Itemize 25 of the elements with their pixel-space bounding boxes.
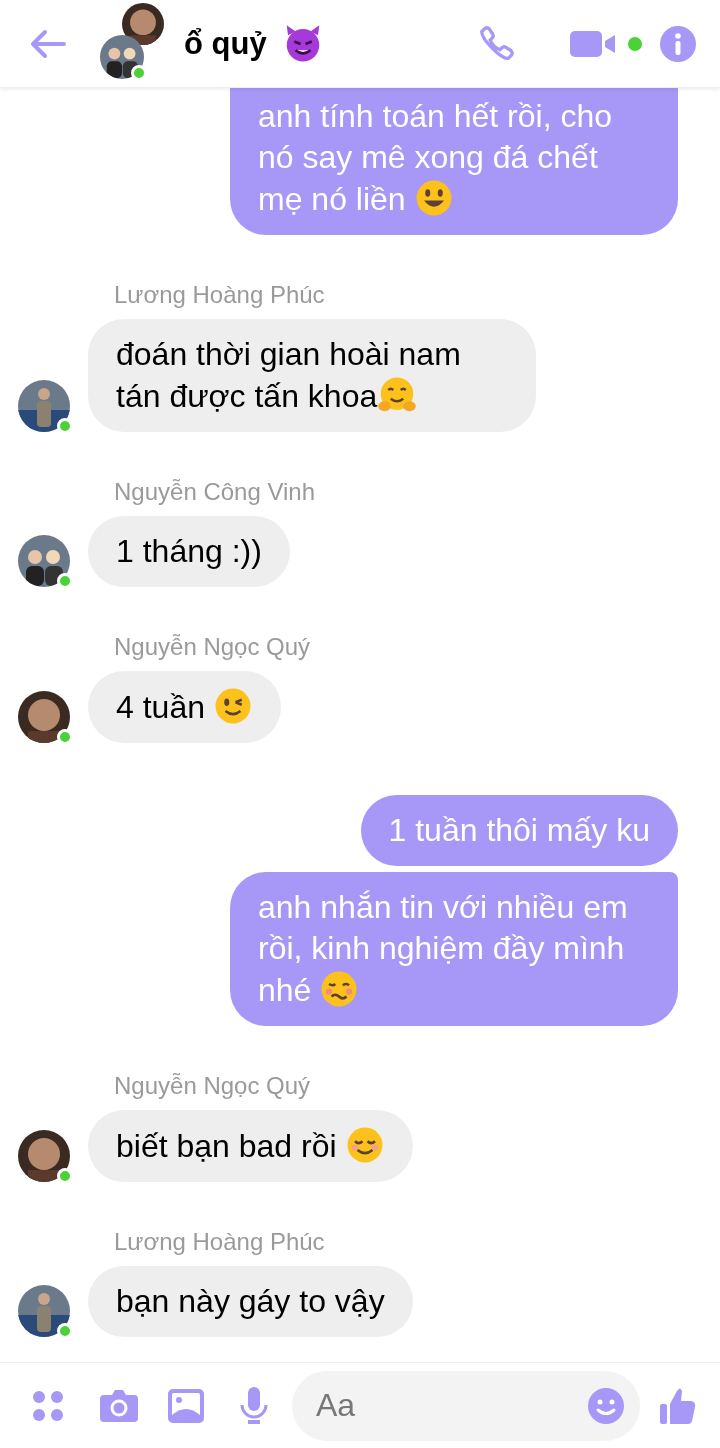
sender-name: Nguyễn Ngọc Quý [114, 1072, 312, 1100]
message-bubble: 1 tuần thôi mấy ku [360, 795, 678, 866]
sender-name: Nguyễn Ngọc Quý [114, 633, 312, 661]
sender-name: Lương Hoàng Phúc [114, 281, 326, 309]
back-button[interactable] [30, 28, 66, 59]
message-bubble: anh tính toán hết rồi, cho nó say mê xong đá chết mẹ nó liền [230, 88, 678, 235]
image-button[interactable] [168, 1388, 204, 1423]
microphone-button[interactable] [240, 1386, 268, 1425]
chat-title: ổ quỷ [184, 25, 267, 62]
message-bubble: anh nhắn tin với nhiều em rồi, kinh nghiệm đầy mình nhé [230, 872, 678, 1026]
like-button[interactable] [660, 1386, 696, 1425]
message-bubble: bạn này gáy to vậy [88, 1266, 413, 1337]
camera-button[interactable] [100, 1388, 138, 1423]
sender-name: Lương Hoàng Phúc [114, 1228, 326, 1256]
video-call-button[interactable] [570, 28, 642, 59]
info-button[interactable] [660, 25, 696, 62]
menu-button[interactable] [32, 1389, 64, 1422]
message-input[interactable]: Aa [292, 1370, 640, 1441]
message-bubble: đoán thời gian hoài nam tán được tấn khoa [88, 319, 536, 432]
message-bubble: biết bạn bad rồi [88, 1110, 413, 1182]
message-bubble: 4 tuần [88, 671, 281, 743]
message-bubble: 1 tháng :)) [88, 516, 290, 587]
emoji-button[interactable] [588, 1387, 624, 1424]
sender-name: Nguyễn Công Vinh [114, 478, 317, 506]
message-text-input[interactable]: Aa [314, 1386, 588, 1425]
